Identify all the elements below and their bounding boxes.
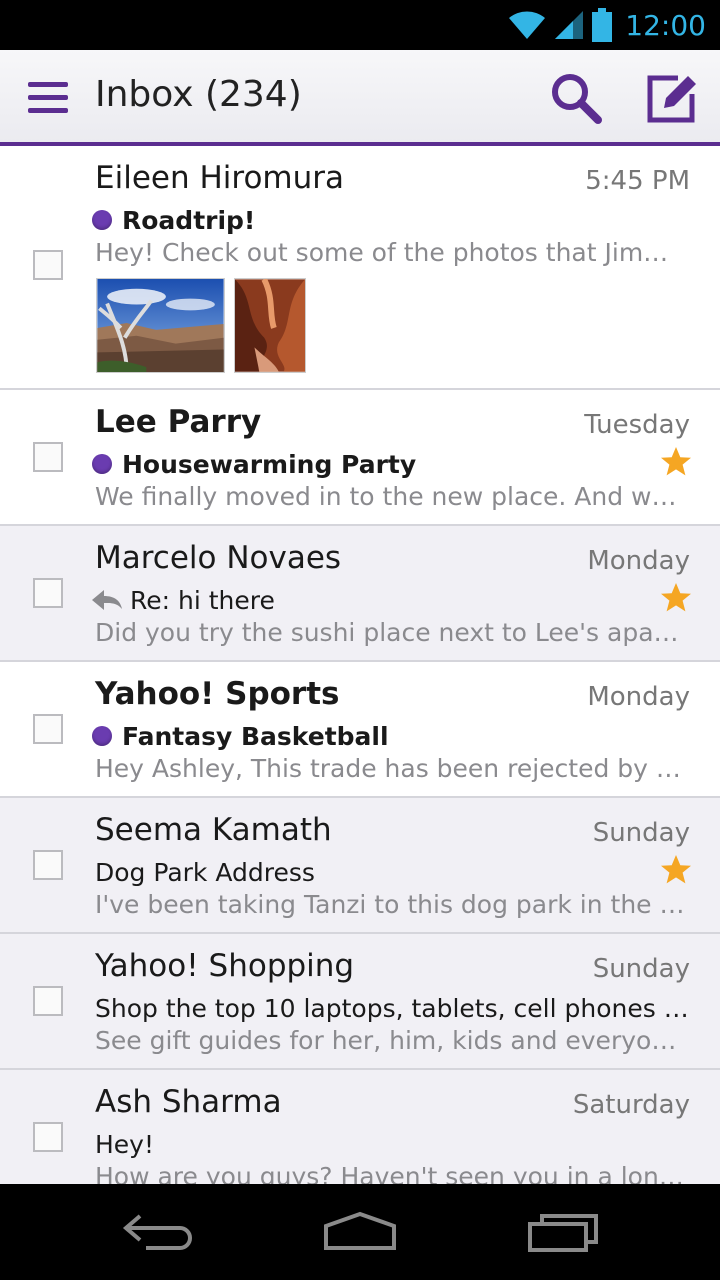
reply-icon [92, 590, 122, 610]
unread-dot-icon [92, 454, 112, 474]
unread-dot-icon [92, 726, 112, 746]
star-icon[interactable] [660, 854, 692, 886]
message-list[interactable]: Eileen Hiromura 5:45 PM Roadtrip! Hey! C… [0, 146, 720, 1184]
message-row[interactable]: Lee Parry Tuesday Housewarming Party We … [0, 390, 720, 526]
message-date: Monday [587, 682, 690, 712]
message-sender: Yahoo! Sports [95, 676, 340, 712]
message-row[interactable]: Ash Sharma Saturday Hey! How are you guy… [0, 1070, 720, 1184]
status-time: 12:00 [625, 8, 706, 42]
message-row[interactable]: Eileen Hiromura 5:45 PM Roadtrip! Hey! C… [0, 146, 720, 390]
select-checkbox[interactable] [33, 578, 63, 608]
message-row[interactable]: Seema Kamath Sunday Dog Park Address I'v… [0, 798, 720, 934]
message-snippet: Hey Ashley, This trade has been rejected… [95, 754, 685, 783]
message-subject: Shop the top 10 laptops, tablets, cell p… [95, 993, 690, 1023]
wifi-icon [509, 11, 546, 39]
select-checkbox[interactable] [33, 714, 63, 744]
home-icon[interactable] [320, 1206, 400, 1256]
navigation-bar [0, 1184, 720, 1280]
message-subject: Dog Park Address [95, 857, 315, 887]
unread-dot-icon [92, 210, 112, 230]
select-checkbox[interactable] [33, 986, 63, 1016]
message-row[interactable]: Yahoo! Shopping Sunday Shop the top 10 l… [0, 934, 720, 1070]
message-sender: Yahoo! Shopping [95, 948, 355, 984]
message-snippet: See gift guides for her, him, kids and e… [95, 1026, 685, 1055]
select-checkbox[interactable] [33, 1122, 63, 1152]
message-row[interactable]: Marcelo Novaes Monday Re: hi there Did y… [0, 526, 720, 662]
select-checkbox[interactable] [33, 850, 63, 880]
star-icon[interactable] [660, 582, 692, 614]
message-sender: Seema Kamath [95, 812, 332, 848]
message-subject: Re: hi there [130, 585, 275, 615]
star-icon[interactable] [660, 446, 692, 478]
recent-apps-icon[interactable] [524, 1206, 604, 1256]
message-snippet: I've been taking Tanzi to this dog park … [95, 890, 685, 919]
search-icon[interactable] [548, 70, 604, 126]
battery-icon [592, 8, 613, 42]
select-checkbox[interactable] [33, 250, 63, 280]
message-subject: Fantasy Basketball [122, 721, 389, 751]
menu-icon[interactable] [28, 82, 68, 114]
message-date: Sunday [592, 818, 690, 848]
signal-icon [555, 11, 584, 39]
select-checkbox[interactable] [33, 442, 63, 472]
compose-icon[interactable] [644, 70, 700, 126]
message-sender: Marcelo Novaes [95, 540, 342, 576]
message-date: Saturday [572, 1090, 690, 1120]
message-snippet: We finally moved in to the new place. An… [95, 482, 685, 511]
slot-canyon-photo-thumbnail[interactable] [234, 278, 306, 373]
message-date: Tuesday [584, 410, 690, 440]
page-title: Inbox (234) [95, 74, 302, 115]
message-subject: Hey! [95, 1129, 154, 1159]
message-sender: Ash Sharma [95, 1084, 282, 1120]
message-subject: Housewarming Party [122, 449, 417, 479]
message-sender: Eileen Hiromura [95, 160, 344, 196]
action-bar: Inbox (234) [0, 50, 720, 146]
message-row[interactable]: Yahoo! Sports Monday Fantasy Basketball … [0, 662, 720, 798]
message-snippet: Hey! Check out some of the photos that J… [95, 238, 685, 267]
message-sender: Lee Parry [95, 404, 262, 440]
message-date: Monday [587, 546, 690, 576]
status-bar: 12:00 [0, 0, 720, 50]
message-snippet: How are you guys? Haven't seen you in a … [95, 1162, 685, 1184]
message-date: Sunday [592, 954, 690, 984]
message-snippet: Did you try the sushi place next to Lee'… [95, 618, 685, 647]
message-date: 5:45 PM [585, 166, 690, 196]
canyon-photo-thumbnail[interactable] [96, 278, 225, 373]
message-subject: Roadtrip! [122, 205, 256, 235]
back-icon[interactable] [120, 1206, 200, 1256]
